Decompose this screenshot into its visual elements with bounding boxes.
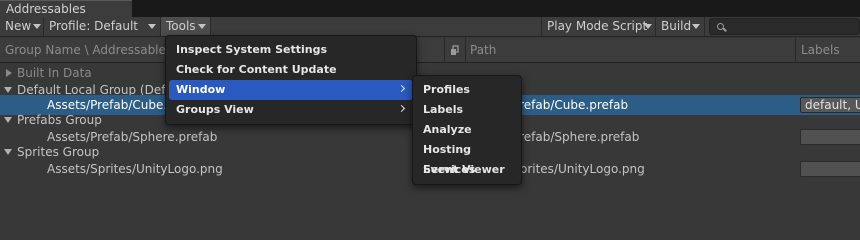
chevron-down-icon xyxy=(692,24,700,29)
menu-item-label: Labels xyxy=(423,103,464,116)
menu-item-label: Event Viewer xyxy=(423,163,505,176)
profile-dropdown[interactable]: Profile: Default xyxy=(44,17,161,36)
collapse-arrow-icon[interactable] xyxy=(4,117,12,123)
chevron-down-icon xyxy=(33,24,41,29)
chevron-right-icon xyxy=(397,84,406,93)
addressable-icon xyxy=(451,45,459,55)
collapse-arrow-icon[interactable] xyxy=(4,87,12,93)
menu-item-label: Inspect System Settings xyxy=(176,43,327,56)
search-input[interactable] xyxy=(709,18,860,35)
column-labels[interactable]: Labels xyxy=(796,38,860,63)
column-divider[interactable] xyxy=(444,38,445,63)
menu-item-hosting-services[interactable]: Hosting Services xyxy=(416,140,518,176)
column-labels-label: Labels xyxy=(801,43,840,57)
play-mode-label: Play Mode Script xyxy=(547,19,648,33)
window-tab[interactable]: Addressables Groups xyxy=(0,0,132,32)
new-dropdown[interactable]: New xyxy=(0,17,44,36)
menu-item-groups-view[interactable]: Groups View xyxy=(169,100,413,120)
menu-item-event-viewer[interactable]: Event Viewer xyxy=(416,160,518,180)
profile-label: Profile: Default xyxy=(49,19,139,33)
menu-item-label: Window xyxy=(176,83,226,96)
expand-arrow-icon[interactable] xyxy=(6,69,12,77)
column-path[interactable]: Path xyxy=(465,38,795,63)
collapse-arrow-icon[interactable] xyxy=(4,149,12,155)
chevron-down-icon xyxy=(148,24,156,29)
menu-item-label: Groups View xyxy=(176,103,254,116)
play-mode-script-dropdown[interactable]: Play Mode Script xyxy=(541,17,656,36)
menu-item-analyze[interactable]: Analyze xyxy=(416,120,518,140)
menu-item-profiles[interactable]: Profiles xyxy=(416,80,518,100)
chevron-down-icon xyxy=(198,24,206,29)
search-icon xyxy=(717,23,724,30)
entry-name: Assets/Sprites/UnityLogo.png xyxy=(47,162,223,176)
column-path-label: Path xyxy=(470,43,497,57)
labels-field[interactable] xyxy=(800,161,860,177)
chevron-right-icon xyxy=(397,104,406,113)
tools-dropdown[interactable]: Tools xyxy=(161,17,211,36)
addressables-groups-window: Addressables Groups New Profile: Default… xyxy=(0,0,860,240)
menu-item-window[interactable]: Window xyxy=(169,80,413,100)
menu-item-label: Analyze xyxy=(423,123,472,136)
menu-item-labels[interactable]: Labels xyxy=(416,100,518,120)
new-label: New xyxy=(5,19,32,33)
menu-item-check-content-update[interactable]: Check for Content Update Restrictions xyxy=(169,60,413,96)
build-dropdown[interactable]: Build xyxy=(656,17,705,36)
tools-label: Tools xyxy=(166,19,196,33)
toolbar: New Profile: Default Tools Play Mode Scr… xyxy=(0,17,860,37)
menu-item-label: Profiles xyxy=(423,83,470,96)
window-submenu: Profiles Labels Analyze Hosting Services… xyxy=(412,75,522,185)
chevron-down-icon xyxy=(644,24,652,29)
menu-item-inspect-system-settings[interactable]: Inspect System Settings xyxy=(169,40,413,60)
tools-menu: Inspect System Settings Check for Conten… xyxy=(165,35,417,125)
build-label: Build xyxy=(661,19,692,33)
column-header: Group Name \ Addressable Name Path Label… xyxy=(0,38,860,63)
window-tab-strip: Addressables Groups xyxy=(0,0,860,32)
